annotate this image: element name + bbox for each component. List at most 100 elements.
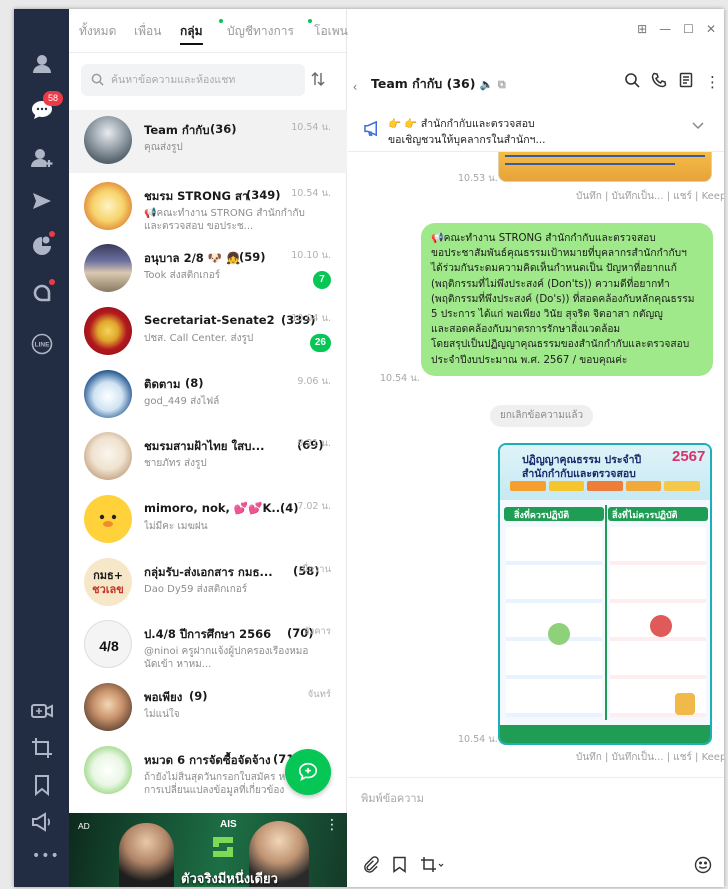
group-avatar <box>84 746 132 794</box>
video-call-icon[interactable] <box>27 696 57 726</box>
chat-preview: ปชส. Call Center. ส่งรูป <box>144 333 254 344</box>
sort-icon[interactable] <box>311 71 325 91</box>
tab-groups-dot <box>219 19 223 23</box>
mute-icon: 🔈 <box>479 78 494 91</box>
chat-row[interactable]: อนุบาล 2/8 🐶 👧 (59) Took ส่งสติกเกอร์ 10… <box>69 238 347 301</box>
message-time: 10.53 น. <box>458 173 498 184</box>
chat-list-panel: ทั้งหมด เพื่อน กลุ่ม บัญชีทางการ โอเพนแช… <box>69 9 407 887</box>
add-friend-icon[interactable] <box>27 143 57 173</box>
keep-icon[interactable] <box>27 186 57 216</box>
announcement-line-2: ขอเชิญชวนให้บุคลากรในสำนักฯ... <box>388 134 546 146</box>
message-time: 10.54 น. <box>380 373 420 384</box>
chat-member-count: (349) <box>246 188 281 202</box>
timeline-icon[interactable] <box>27 231 57 261</box>
message-line: และสอดคล้องกับมาตรการรักษาสิ่งแวดล้อม <box>431 324 621 336</box>
chat-time: 10.04 น. <box>291 313 331 324</box>
chat-time: 10.54 น. <box>291 122 331 133</box>
image-actions[interactable]: บันทึก | บันทึกเป็น... | แชร์ | Keep <box>576 750 724 765</box>
ad-brand: AIS <box>220 819 237 830</box>
friends-icon[interactable] <box>27 49 57 79</box>
search-box[interactable] <box>81 64 305 96</box>
search-icon[interactable] <box>624 72 640 92</box>
tab-friends[interactable]: เพื่อน <box>134 22 161 41</box>
chats-icon[interactable]: 58 <box>27 91 63 125</box>
side-rail: 58 LINE ••• <box>14 9 69 887</box>
phone-icon[interactable] <box>651 72 667 92</box>
chevron-down-icon[interactable] <box>692 122 704 130</box>
search-input[interactable] <box>111 71 296 89</box>
image-actions[interactable]: บันทึก | บันทึกเป็น... | แชร์ | Keep <box>576 189 724 204</box>
minimize-icon[interactable]: — <box>659 22 671 36</box>
more-vertical-icon[interactable]: ⋮ <box>705 74 720 90</box>
emoji-icon[interactable] <box>694 856 712 878</box>
message-line: โดยสรุปเป็นปฏิญญาคุณธรรมของสำนักกำกับและ… <box>431 339 690 351</box>
chat-name: พอเพียง <box>144 690 183 704</box>
announcement-bar[interactable]: 👉 👉 สำนักกำกับและตรวจสอบ ขอเชิญชวนให้บุค… <box>348 106 724 152</box>
group-avatar <box>84 432 132 480</box>
message-input[interactable] <box>361 788 701 808</box>
ad-person-left <box>119 823 174 887</box>
more-icon[interactable]: ••• <box>32 848 60 864</box>
chat-name: ชมรม STRONG สา <box>144 189 249 203</box>
group-avatar <box>84 370 132 418</box>
chat-row[interactable]: ติดตาม (8) god_449 ส่งไฟล์ 9.06 น. <box>69 364 347 427</box>
line-icon[interactable]: LINE <box>27 329 57 359</box>
chat-row[interactable]: พอเพียง (9) ไม่แน่ใจ จันทร์ <box>69 677 347 740</box>
poster-subtitle: สำนักกำกับและตรวจสอบ <box>522 468 636 480</box>
group-avatar <box>84 683 132 731</box>
text-message-bubble[interactable]: 📢คณะทำงาน STRONG สำนักกำกับและตรวจสอบ ขอ… <box>421 223 713 376</box>
chat-name: mimoro, nok, 💕💕K... <box>144 501 285 515</box>
poster-image-message[interactable]: ปฏิญญาคุณธรรม ประจำปี สำนักกำกับและตรวจส… <box>498 443 712 745</box>
line-window: 58 LINE ••• ทั้งหมด เพื่อน กลุ่ม บัญชีทา… <box>14 9 724 887</box>
attach-file-icon[interactable] <box>362 856 379 877</box>
openchat-icon[interactable] <box>27 279 57 309</box>
message-time: 10.54 น. <box>458 734 498 745</box>
chat-row[interactable]: mimoro, nok, 💕💕K... (4) ไม่มีคะ เมฆฝน 7.… <box>69 489 347 552</box>
group-avatar <box>84 307 132 355</box>
chat-time: 9.06 น. <box>297 376 331 387</box>
bookmark-icon[interactable] <box>392 856 407 877</box>
tab-all[interactable]: ทั้งหมด <box>79 22 116 41</box>
chat-title-count: (36) <box>446 76 476 91</box>
chat-time: เมื่อวาน <box>298 564 331 575</box>
maximize-icon[interactable]: ☐ <box>683 22 694 36</box>
message-line: 📢คณะทำงาน STRONG สำนักกำกับและตรวจสอบ <box>431 233 656 244</box>
crop-icon[interactable] <box>27 733 57 763</box>
svg-text:ชวเลข: ชวเลข <box>92 583 124 596</box>
chat-row[interactable]: Team กำกับ (36) คุณส่งรูป 10.54 น. <box>69 110 347 173</box>
chat-row[interactable]: Secretariat-Senate2 (339) ปชส. Call Cent… <box>69 301 347 364</box>
ad-banner[interactable]: AD AIS ⋮ ตัวจริงมีหนึ่งเดียว <box>69 813 347 887</box>
chat-name: หมวด 6 การจัดซื้อจัดจ้าง <box>144 753 271 767</box>
search-icon <box>91 73 104 86</box>
announce-icon[interactable] <box>27 807 57 837</box>
chat-title-text: Team กำกับ <box>371 76 443 91</box>
tab-official-accounts[interactable]: บัญชีทางการ <box>227 22 294 41</box>
ad-more-icon[interactable]: ⋮ <box>325 817 339 833</box>
message-composer <box>348 777 724 887</box>
chat-name: Secretariat-Senate2 <box>144 313 275 327</box>
chat-row[interactable]: ชมรมสามฝ้าไทย ใสบ... (69) ชายภัทร ส่งรูป… <box>69 426 347 489</box>
message-area: 10.53 น. บันทึก | บันทึกเป็น... | แชร์ |… <box>348 152 724 777</box>
message-line: ประจำปีงบประมาณ พ.ศ. 2567 / ขอบคุณค่ะ <box>431 354 628 366</box>
new-chat-button[interactable] <box>285 749 331 795</box>
chat-row[interactable]: 4/8 ป.4/8 ปีการศึกษา 2566 (70) @ninoi คร… <box>69 614 347 677</box>
chat-row[interactable]: ชมรม STRONG สา (349) 📢คณะทำงาน STRONG สำ… <box>69 176 347 239</box>
group-avatar <box>84 495 132 543</box>
group-avatar: กมธ+ ชวเลข <box>84 558 132 606</box>
svg-text:LINE: LINE <box>35 342 50 349</box>
screenshot-crop-icon[interactable] <box>420 856 444 877</box>
image-message-thumbnail[interactable] <box>498 152 712 182</box>
close-icon[interactable]: ✕ <box>706 22 716 36</box>
poster-do-list <box>506 527 602 717</box>
notes-icon[interactable] <box>678 72 694 92</box>
ad-label: AD <box>78 821 90 831</box>
message-line: ขอประชาสัมพันธ์คุณธรรมเป้าหมายที่บุคลากร… <box>431 248 687 260</box>
chat-name: Team กำกับ <box>144 123 210 137</box>
tab-groups[interactable]: กลุ่ม <box>180 22 203 45</box>
chat-panel: ⊞ — ☐ ✕ ‹ Team กำกับ (36) 🔈 ⧉ ⋮ 👉 👉 สำนั… <box>348 9 724 887</box>
chat-row[interactable]: กมธ+ ชวเลข กลุ่มรับ-ส่งเอกสาร กมธ... (58)… <box>69 552 347 615</box>
chat-member-count: (8) <box>185 376 204 390</box>
pin-icon[interactable]: ⊞ <box>637 22 647 36</box>
bookmark-icon[interactable] <box>27 770 57 800</box>
chat-header: Team กำกับ (36) 🔈 ⧉ ⋮ <box>360 72 720 102</box>
